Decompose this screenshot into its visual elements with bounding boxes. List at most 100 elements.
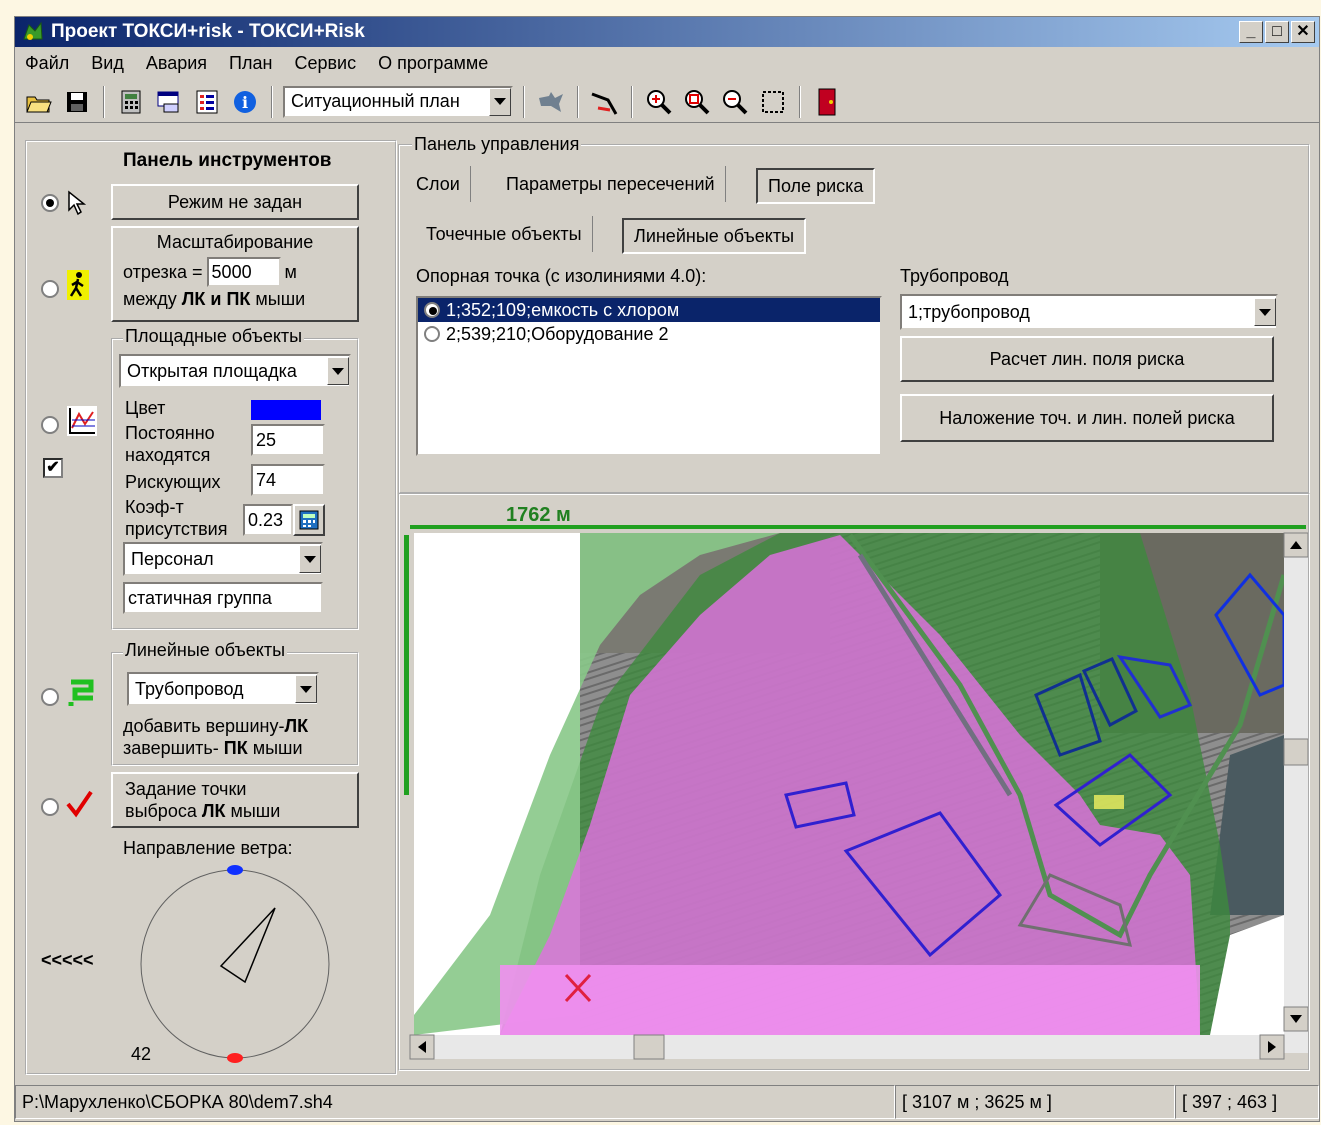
group-type-input[interactable]: статичная группа — [123, 582, 323, 614]
toolbar-separator — [577, 85, 579, 118]
chevron-down-icon[interactable] — [1254, 298, 1276, 326]
area-visible-checkbox[interactable]: ✔ — [43, 458, 63, 478]
pointer-icon — [68, 190, 87, 216]
calc-linear-risk-button[interactable]: Расчет лин. поля риска — [900, 336, 1274, 382]
view-select-value: Ситуационный план — [291, 91, 460, 111]
main-window: Проект ТОКСИ+risk - ТОКСИ+Risk _ □ ✕ Фай… — [14, 16, 1320, 1122]
menu-service[interactable]: Сервис — [294, 53, 356, 74]
map-view[interactable]: 1762 м — [398, 493, 1310, 1071]
calc-coef-button[interactable] — [293, 504, 325, 536]
release-point-button[interactable]: Задание точки выброса ЛК мыши — [111, 772, 359, 828]
wind-angle-value: 42 — [131, 1044, 152, 1064]
checkmark-icon — [66, 790, 93, 818]
mode-radio-scale[interactable] — [41, 280, 59, 298]
exit-door-icon[interactable] — [811, 86, 843, 118]
reference-point-list: 1;352;109;емкость с хлором 2;539;210;Обо… — [416, 296, 882, 456]
title-bar: Проект ТОКСИ+risk - ТОКСИ+Risk _ □ ✕ — [15, 17, 1319, 47]
zoom-out-icon[interactable] — [719, 86, 751, 118]
presence-coef-label: Коэф-т присутствия — [125, 497, 228, 539]
minimize-button[interactable]: _ — [1239, 21, 1263, 43]
scroll-thumb[interactable] — [1283, 738, 1308, 766]
at-risk-count-input[interactable]: 74 — [251, 464, 325, 496]
wind-direction-icon[interactable] — [535, 86, 567, 118]
scale-title: Масштабирование — [156, 232, 314, 252]
dialog-icon[interactable] — [153, 86, 185, 118]
route-icon[interactable] — [589, 86, 621, 118]
window-title: Проект ТОКСИ+risk - ТОКСИ+Risk — [51, 21, 365, 42]
area-color-swatch[interactable] — [251, 400, 321, 420]
list-icon[interactable] — [191, 86, 223, 118]
menu-about[interactable]: О программе — [378, 53, 488, 74]
open-folder-icon[interactable] — [23, 86, 55, 118]
app-icon — [23, 21, 43, 40]
menu-bar: Файл Вид Авария План Сервис О программе — [15, 49, 1319, 77]
pipeline-label: Трубопровод — [900, 266, 1009, 286]
area-objects-legend: Площадные объекты — [123, 326, 305, 347]
toolbar-separator — [631, 85, 633, 118]
chevron-down-icon[interactable] — [299, 545, 321, 573]
finish-hint: завершить- ПК мыши — [123, 738, 303, 758]
reference-point-label: Опорная точка (с изолиниями 4.0): — [416, 266, 707, 286]
scroll-h-thumb[interactable] — [633, 1034, 665, 1060]
toolbar: i Ситуационный план — [15, 81, 1319, 123]
tab-risk-field[interactable]: Поле риска — [756, 168, 876, 204]
presence-coef-input[interactable]: 0.23 — [243, 504, 293, 536]
mode-not-set-button[interactable]: Режим не задан — [111, 184, 359, 220]
linear-type-select[interactable]: Трубопровод — [127, 672, 319, 706]
vertical-scrollbar[interactable] — [1284, 533, 1308, 1053]
list-item[interactable]: 1;352;109;емкость с хлором — [418, 298, 880, 322]
chevron-down-icon[interactable] — [327, 357, 349, 385]
segment-unit: м — [284, 261, 297, 282]
toolbar-separator — [799, 85, 801, 118]
tool-panel-title: Панель инструментов — [123, 150, 332, 171]
horizontal-scrollbar[interactable] — [410, 1035, 1284, 1059]
menu-accident[interactable]: Авария — [146, 53, 207, 74]
menu-file[interactable]: Файл — [25, 53, 69, 74]
pipeline-select[interactable]: 1;трубопровод — [900, 294, 1278, 330]
menu-plan[interactable]: План — [229, 53, 272, 74]
present-count-input[interactable]: 25 — [251, 424, 325, 456]
segment-length-input[interactable]: 5000 — [206, 257, 281, 287]
area-chart-icon — [67, 406, 97, 436]
mode-radio-linear[interactable] — [41, 688, 59, 706]
svg-text:i: i — [242, 93, 248, 112]
view-select[interactable]: Ситуационный план — [283, 85, 513, 118]
personnel-select[interactable]: Персонал — [123, 542, 323, 576]
chevron-down-icon[interactable] — [295, 675, 317, 703]
subtab-point-objects[interactable]: Точечные объекты — [416, 216, 593, 252]
list-item[interactable]: 2;539;210;Оборудование 2 — [418, 322, 880, 346]
select-area-icon[interactable] — [757, 86, 789, 118]
maximize-button[interactable]: □ — [1265, 21, 1289, 43]
mode-radio-area[interactable] — [41, 416, 59, 434]
menu-view[interactable]: Вид — [91, 53, 124, 74]
ref-radio-2[interactable] — [424, 326, 440, 342]
subtab-linear-objects[interactable]: Линейные объекты — [622, 218, 807, 254]
map-canvas[interactable]: 1762 м — [400, 495, 1310, 1071]
status-bar: P:\Марухленко\СБОРКА 80\dem7.sh4 [ 3107 … — [15, 1085, 1319, 1121]
segment-label: отрезка = — [123, 261, 203, 282]
status-coords-px: [ 397 ; 463 ] — [1175, 1085, 1319, 1119]
zoom-in-icon[interactable] — [643, 86, 675, 118]
scale-group: Масштабирование отрезка = 5000 м между Л… — [111, 226, 359, 322]
tab-layers[interactable]: Слои — [406, 166, 471, 202]
chevron-down-icon[interactable] — [489, 87, 511, 116]
vertical-scale-bar — [404, 535, 409, 795]
scale-hint: между ЛК и ПК мыши — [123, 289, 306, 309]
map-scale-label: 1762 м — [506, 504, 571, 526]
wind-direction-label: Направление ветра: — [123, 838, 293, 858]
south-marker — [227, 1053, 243, 1063]
overlay-risk-fields-button[interactable]: Наложение точ. и лин. полей риска — [900, 394, 1274, 442]
area-type-select[interactable]: Открытая площадка — [119, 354, 351, 388]
save-icon[interactable] — [61, 86, 93, 118]
info-icon[interactable]: i — [229, 86, 261, 118]
ref-radio-1[interactable] — [424, 302, 440, 318]
wind-rose[interactable] — [135, 858, 335, 1068]
close-button[interactable]: ✕ — [1291, 21, 1315, 43]
tool-panel: Панель инструментов Режим не задан Масшт… — [25, 140, 397, 1075]
add-vertex-hint: добавить вершину-ЛК — [123, 716, 309, 736]
zoom-full-icon[interactable] — [681, 86, 713, 118]
tab-intersection-params[interactable]: Параметры пересечений — [496, 166, 726, 202]
calculator-icon[interactable] — [115, 86, 147, 118]
mode-radio-pointer[interactable] — [41, 194, 59, 212]
mode-radio-release[interactable] — [41, 798, 59, 816]
